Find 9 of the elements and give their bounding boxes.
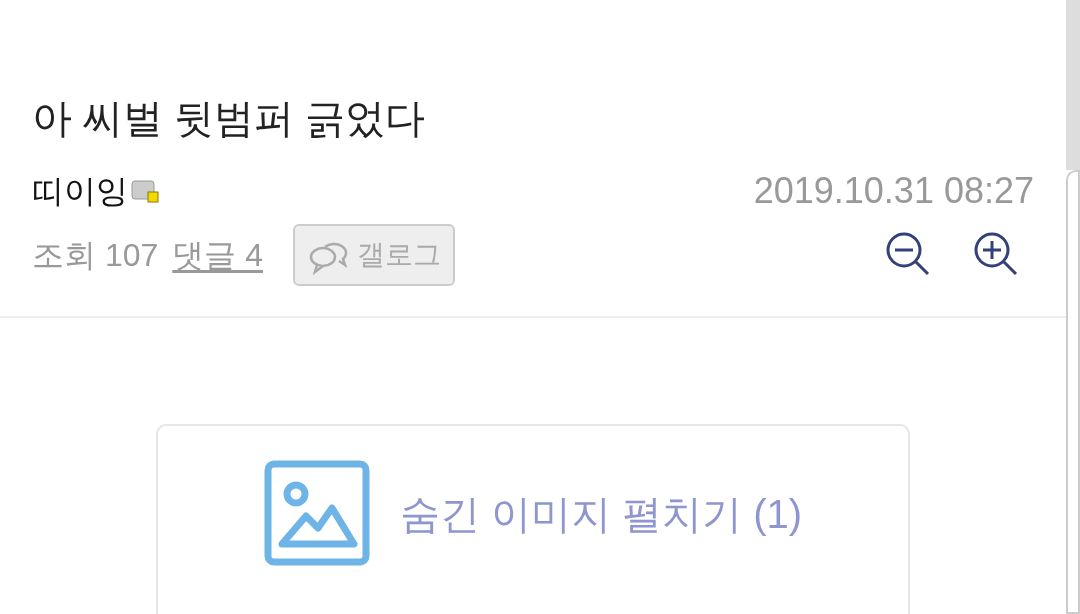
gallog-button[interactable]: 갤로그 bbox=[292, 224, 455, 286]
author-name[interactable]: 띠이잉 bbox=[32, 167, 128, 215]
view-count: 조회 107 bbox=[32, 236, 159, 275]
image-icon bbox=[263, 460, 370, 566]
comments-link[interactable]: 댓글 4 bbox=[172, 231, 263, 279]
post-title: 아 씨벌 뒷범퍼 긁었다 bbox=[32, 95, 427, 142]
show-hidden-images-button[interactable]: 숨긴 이미지 펼치기 (1) bbox=[156, 424, 910, 614]
post-date: 2019.10.31 08:27 bbox=[753, 169, 1034, 213]
member-badge-icon bbox=[130, 179, 160, 203]
